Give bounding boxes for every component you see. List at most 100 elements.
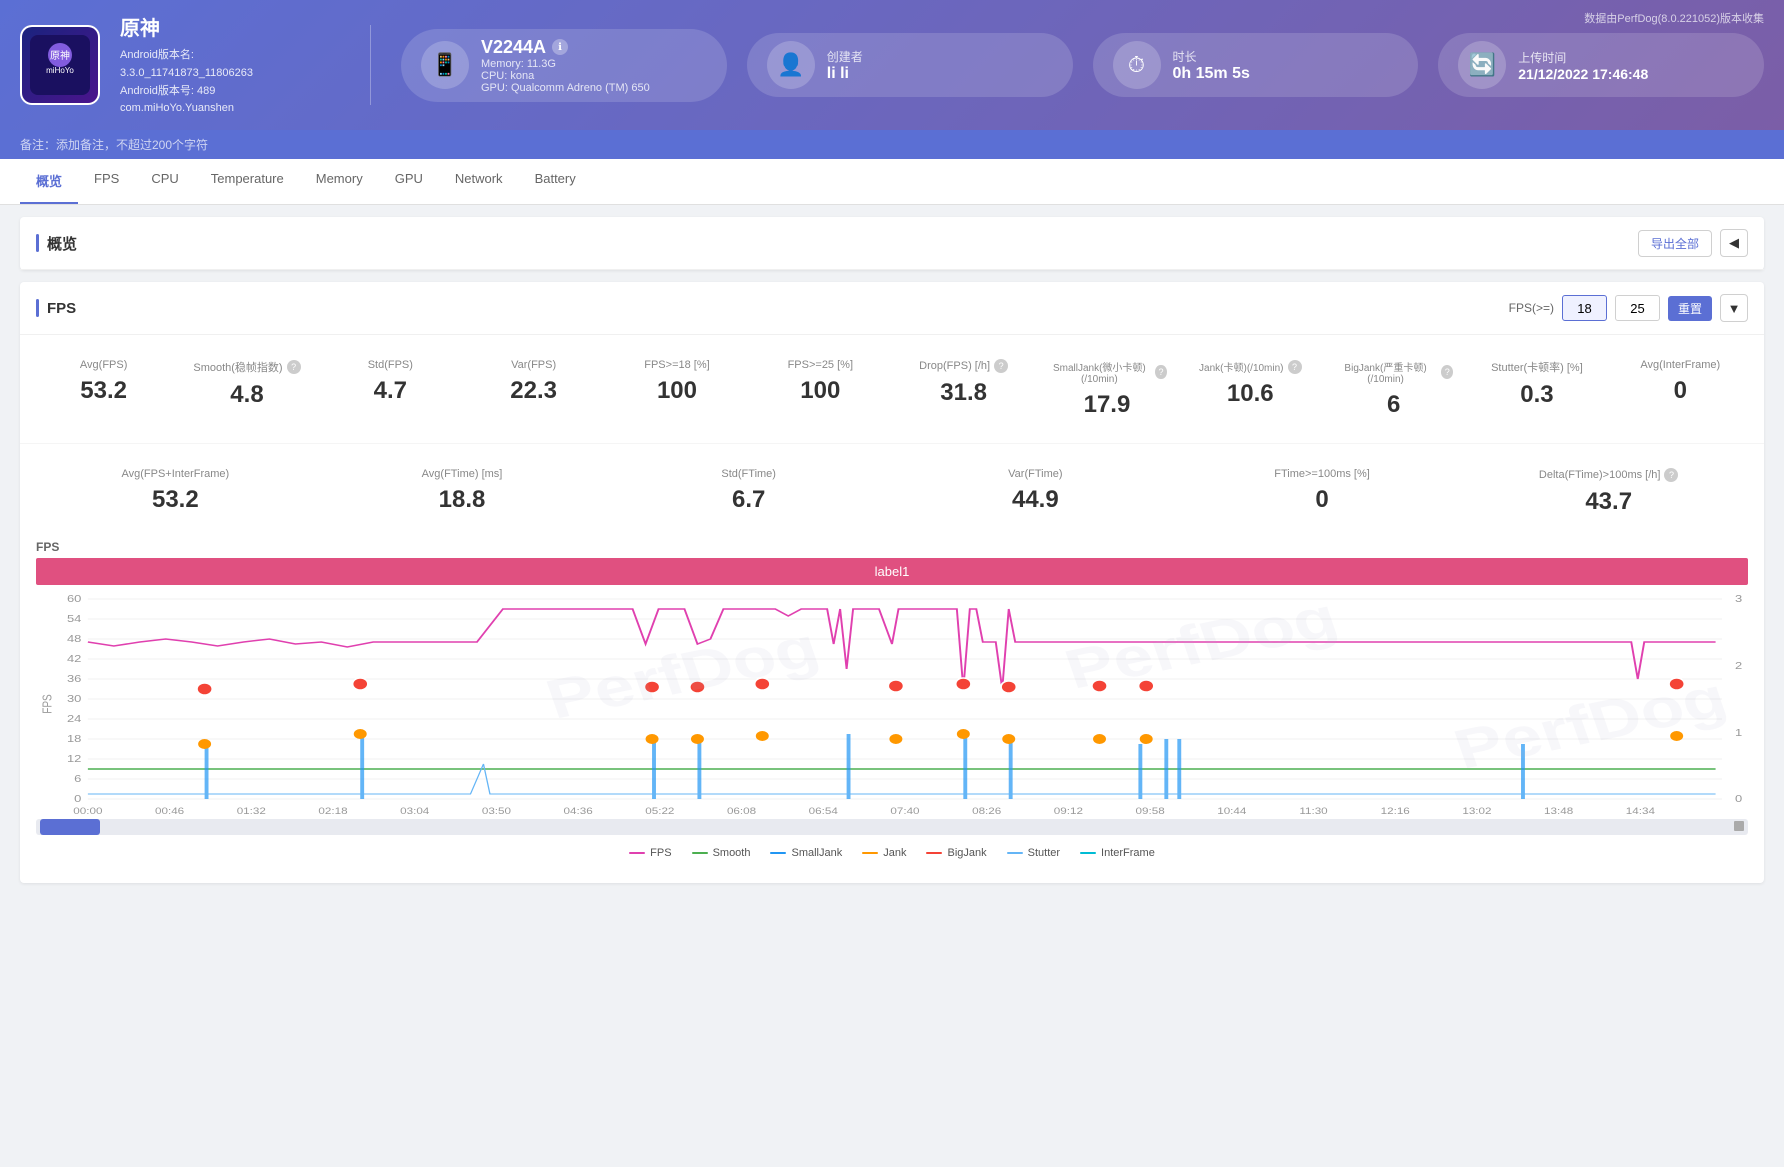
app-icon: miHoYo 原神 <box>20 25 100 105</box>
svg-text:Jank: Jank <box>1745 693 1748 714</box>
android-ver: Android版本号: 489 <box>120 83 340 101</box>
stat-var-fps: Var(FPS) 22.3 <box>466 351 601 427</box>
creator-label: 创建者 <box>827 48 863 65</box>
stat-stutter: Stutter(卡顿率) [%] 0.3 <box>1469 351 1604 427</box>
stat-delta-ftime: Delta(FTime)>100ms [/h] ? 43.7 <box>1469 460 1748 524</box>
overview-collapse-button[interactable]: ◀ <box>1720 229 1748 257</box>
svg-text:08:26: 08:26 <box>972 807 1001 816</box>
nav-item-fps[interactable]: FPS <box>78 159 135 204</box>
svg-text:13:48: 13:48 <box>1544 807 1573 816</box>
fps-chart-label: FPS <box>36 540 59 554</box>
export-all-button[interactable]: 导出全部 <box>1638 230 1712 257</box>
legend-jank: Jank <box>862 847 906 859</box>
svg-text:48: 48 <box>67 634 81 644</box>
svg-text:36: 36 <box>67 674 81 684</box>
upload-label: 上传时间 <box>1518 49 1648 66</box>
stat-smalljank: SmallJank(微小卡顿)(/10min) ? 17.9 <box>1039 351 1174 427</box>
svg-text:03:50: 03:50 <box>482 807 511 816</box>
upload-value: 21/12/2022 17:46:48 <box>1518 66 1648 82</box>
overview-title: 概览 <box>36 233 77 254</box>
svg-text:03:04: 03:04 <box>400 807 429 816</box>
stat-smooth: Smooth(稳帧指数) ? 4.8 <box>179 351 314 427</box>
stat-drop-fps: Drop(FPS) [/h] ? 31.8 <box>896 351 1031 427</box>
svg-text:6: 6 <box>74 774 81 784</box>
device-cpu: CPU: kona <box>481 70 650 82</box>
upload-icon: 🔄 <box>1458 41 1506 89</box>
svg-text:54: 54 <box>67 614 82 624</box>
svg-text:14:34: 14:34 <box>1626 807 1655 816</box>
svg-text:0: 0 <box>74 794 81 804</box>
fps-collapse-button[interactable]: ▼ <box>1720 294 1748 322</box>
android-name-label: Android版本名: 3.3.0_11741873_11806263 <box>120 47 340 82</box>
nav-item-overview[interactable]: 概览 <box>20 159 78 204</box>
svg-text:FPS: FPS <box>41 694 54 714</box>
duration-label: 时长 <box>1173 48 1250 65</box>
svg-text:06:54: 06:54 <box>809 807 838 816</box>
fps-threshold-input-1[interactable] <box>1562 295 1607 321</box>
nav-item-temperature[interactable]: Temperature <box>195 159 300 204</box>
svg-text:02:18: 02:18 <box>318 807 347 816</box>
svg-text:12: 12 <box>67 754 81 764</box>
svg-text:11:30: 11:30 <box>1299 807 1328 816</box>
nav-item-cpu[interactable]: CPU <box>135 159 194 204</box>
fps-reset-button[interactable]: 重置 <box>1668 296 1712 321</box>
svg-text:06:08: 06:08 <box>727 807 756 816</box>
legend-stutter: Stutter <box>1007 847 1060 859</box>
stat-avg-fps: Avg(FPS) 53.2 <box>36 351 171 427</box>
stat-std-fps: Std(FPS) 4.7 <box>323 351 458 427</box>
phone-icon: 📱 <box>421 41 469 89</box>
svg-text:09:12: 09:12 <box>1054 807 1083 816</box>
stat-avg-ftime: Avg(FTime) [ms] 18.8 <box>323 460 602 524</box>
svg-text:18: 18 <box>67 734 81 744</box>
chart-legend: FPS Smooth SmallJank Jank BigJank <box>36 839 1748 867</box>
fps-stats-row1: Avg(FPS) 53.2 Smooth(稳帧指数) ? 4.8 Std(FPS… <box>20 335 1764 443</box>
device-memory: Memory: 11.3G <box>481 58 650 70</box>
info-icon[interactable]: ℹ <box>552 39 568 55</box>
package-name: com.miHoYo.Yuanshen <box>120 100 340 118</box>
svg-text:04:36: 04:36 <box>564 807 593 816</box>
legend-smalljank: SmallJank <box>770 847 842 859</box>
nav-item-gpu[interactable]: GPU <box>379 159 439 204</box>
svg-text:60: 60 <box>67 594 81 604</box>
stat-fps-18: FPS>=18 [%] 100 <box>609 351 744 427</box>
legend-interframe: InterFrame <box>1080 847 1155 859</box>
app-name: 原神 <box>120 12 340 41</box>
stat-interframe: Avg(InterFrame) 0 <box>1613 351 1748 427</box>
fps-threshold-label: FPS(>=) <box>1509 301 1554 315</box>
svg-text:24: 24 <box>67 714 82 724</box>
svg-text:00:46: 00:46 <box>155 807 184 816</box>
svg-text:3: 3 <box>1735 594 1742 604</box>
stat-std-ftime: Std(FTime) 6.7 <box>609 460 888 524</box>
svg-text:07:40: 07:40 <box>890 807 919 816</box>
nav-bar: 概览 FPS CPU Temperature Memory GPU Networ… <box>0 159 1784 205</box>
android-name-value: 3.3.0_11741873_11806263 <box>120 67 253 79</box>
legend-fps: FPS <box>629 847 671 859</box>
stat-bigjank: BigJank(严重卡顿)(/10min) ? 6 <box>1326 351 1461 427</box>
svg-text:01:32: 01:32 <box>237 807 266 816</box>
nav-item-network[interactable]: Network <box>439 159 519 204</box>
nav-item-memory[interactable]: Memory <box>300 159 379 204</box>
svg-text:10:44: 10:44 <box>1217 807 1246 816</box>
duration-icon: ⏱ <box>1113 41 1161 89</box>
fps-stats-row2: Avg(FPS+InterFrame) 53.2 Avg(FTime) [ms]… <box>20 443 1764 540</box>
data-source-text: 数据由PerfDog(8.0.221052)版本收集 <box>1584 10 1764 26</box>
fps-chart: 60 54 48 42 36 30 24 18 12 6 0 3 2 1 0 <box>36 589 1748 819</box>
svg-text:42: 42 <box>67 654 81 664</box>
svg-text:1: 1 <box>1735 728 1742 738</box>
stat-var-ftime: Var(FTime) 44.9 <box>896 460 1175 524</box>
fps-section-title: FPS <box>36 299 76 317</box>
legend-smooth: Smooth <box>692 847 751 859</box>
note-placeholder: 备注：添加备注，不超过200个字符 <box>20 138 208 152</box>
chart-scrollbar[interactable] <box>36 819 1748 835</box>
svg-text:30: 30 <box>67 694 81 704</box>
svg-text:09:58: 09:58 <box>1136 807 1165 816</box>
svg-text:05:22: 05:22 <box>645 807 674 816</box>
fps-threshold-input-2[interactable] <box>1615 295 1660 321</box>
svg-text:12:16: 12:16 <box>1381 807 1410 816</box>
chart-label-bar: label1 <box>36 558 1748 585</box>
nav-item-battery[interactable]: Battery <box>519 159 592 204</box>
svg-text:2: 2 <box>1735 661 1742 671</box>
device-id: V2244A <box>481 37 546 58</box>
stat-avg-fps-interframe: Avg(FPS+InterFrame) 53.2 <box>36 460 315 524</box>
svg-text:原神: 原神 <box>50 49 70 62</box>
